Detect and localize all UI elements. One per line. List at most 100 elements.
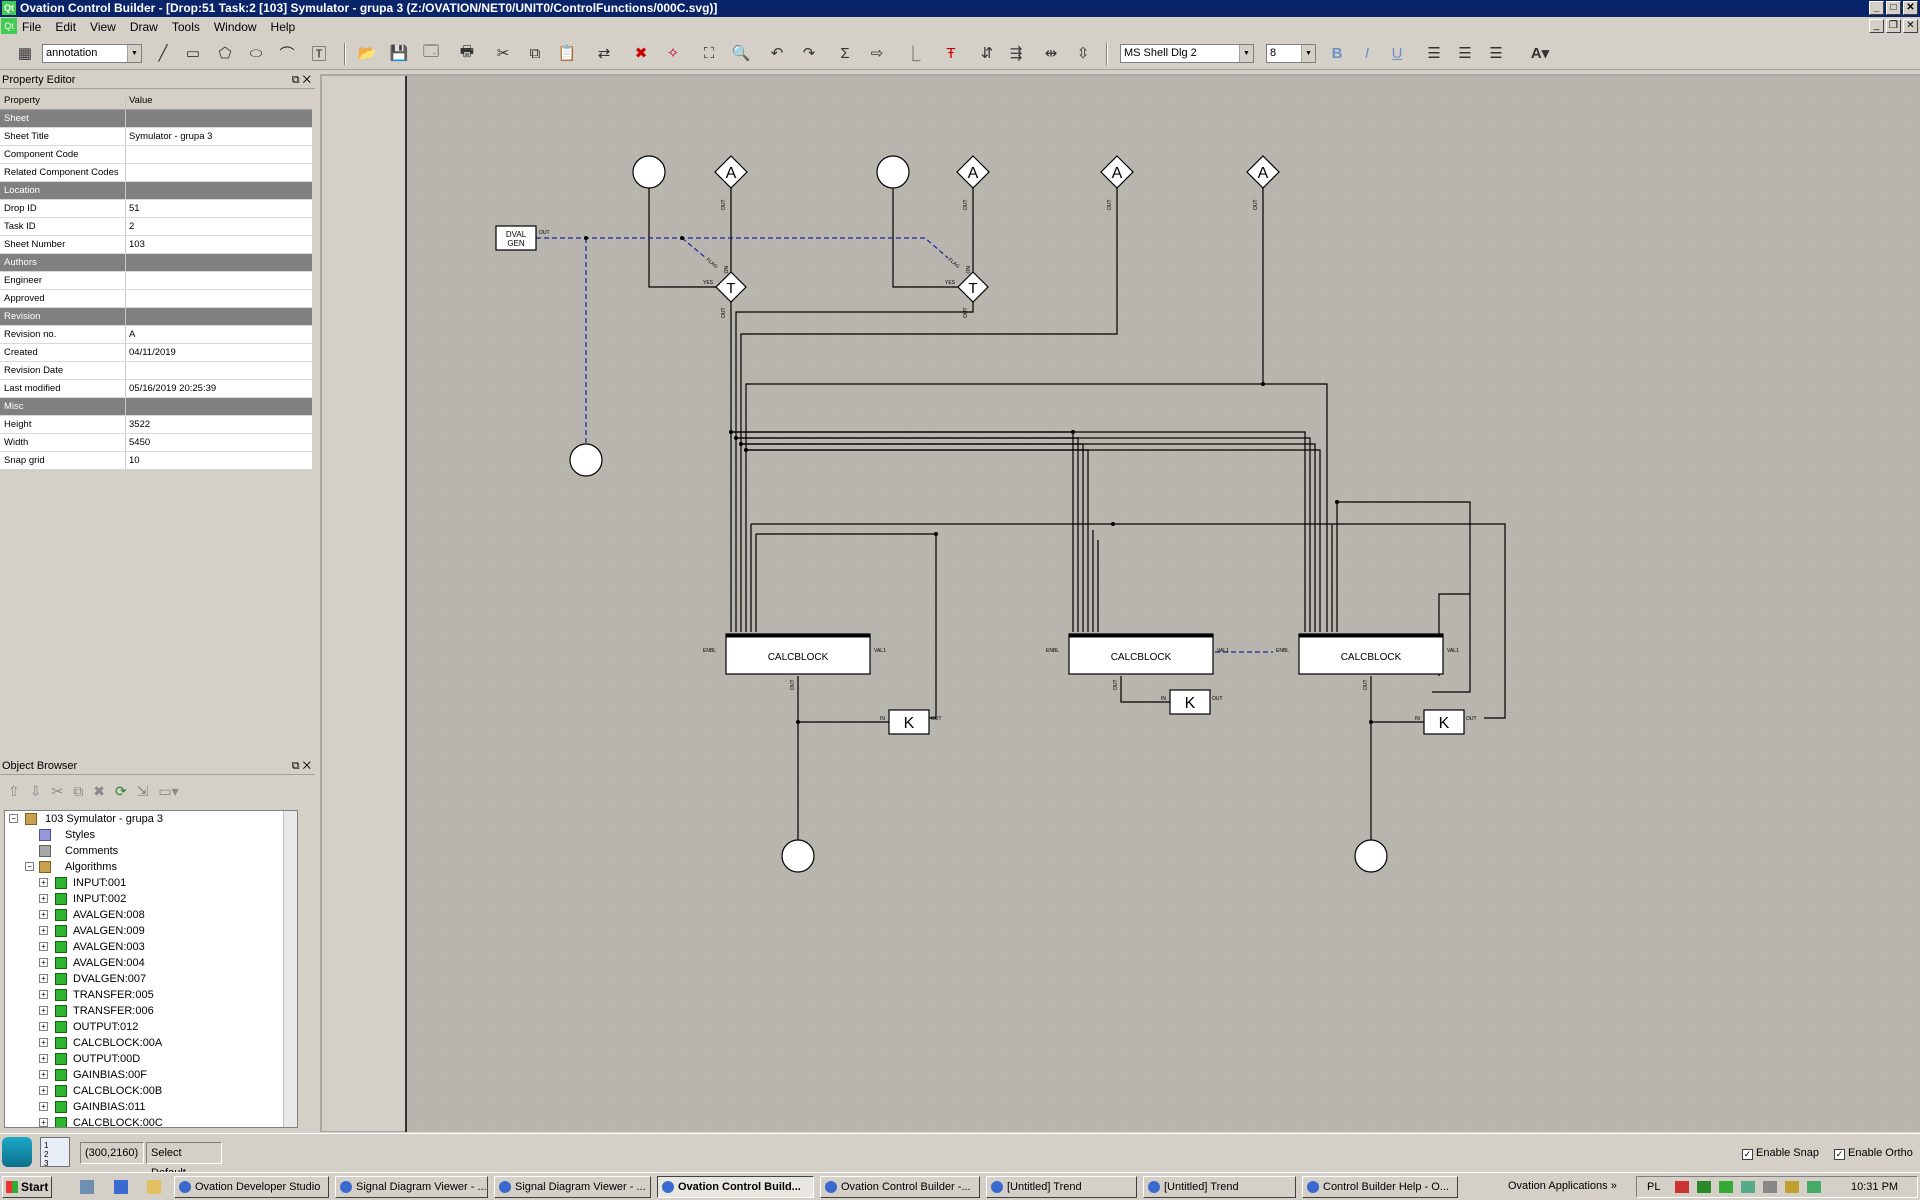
property-row[interactable]: Approved	[0, 290, 312, 308]
tree-item-algorithm[interactable]: + INPUT:001	[5, 875, 297, 891]
enable-ortho-checkbox[interactable]: ✓ Enable Ortho	[1834, 1147, 1913, 1160]
polygon-tool-icon[interactable]: ⬠	[214, 42, 236, 64]
menu-help[interactable]: Help	[271, 20, 296, 34]
font-color-icon[interactable]: A▾	[1525, 42, 1555, 64]
taskbar-button[interactable]: [Untitled] Trend	[1143, 1176, 1296, 1198]
redo-icon[interactable]: ↷	[798, 42, 820, 64]
dvalgen-block[interactable]: DVAL GEN	[495, 225, 537, 251]
property-row[interactable]: Snap grid 10	[0, 452, 312, 470]
polyline-tool-icon[interactable]: ⌒	[276, 42, 298, 64]
property-value[interactable]	[126, 272, 312, 289]
expand-icon[interactable]: +	[39, 1102, 48, 1111]
tree-item-algorithm[interactable]: + AVALGEN:004	[5, 955, 297, 971]
ellipse-tool-icon[interactable]: ⬭	[245, 42, 267, 64]
font-select[interactable]: MS Shell Dlg 2 ▼	[1120, 44, 1254, 63]
delete-icon[interactable]: ✖	[93, 783, 105, 800]
menu-draw[interactable]: Draw	[130, 20, 158, 34]
sigma-icon[interactable]: Σ	[834, 42, 856, 64]
tree-item-algorithm[interactable]: + DVALGEN:007	[5, 971, 297, 987]
close-button[interactable]: ✕	[1903, 1, 1918, 15]
tree-item-comments[interactable]: Comments	[5, 843, 297, 859]
menu-file[interactable]: File	[22, 20, 41, 34]
save-icon[interactable]: 💾	[388, 42, 410, 64]
gainbias-block[interactable]: K	[888, 709, 930, 735]
distribute-v-icon[interactable]: ⇳	[1072, 42, 1094, 64]
property-row[interactable]: Engineer	[0, 272, 312, 290]
property-row[interactable]: Revision Date	[0, 362, 312, 380]
property-value[interactable]: Symulator - grupa 3	[126, 128, 312, 145]
gainbias-block[interactable]: K	[1423, 709, 1465, 735]
zoom-fit-icon[interactable]: ⛶	[698, 42, 720, 64]
property-value[interactable]	[126, 164, 312, 181]
taskbar-button[interactable]: Ovation Developer Studio	[174, 1176, 329, 1198]
tree-item-algorithms[interactable]: − Algorithms	[5, 859, 297, 875]
tree-item-algorithm[interactable]: + OUTPUT:00D	[5, 1051, 297, 1067]
expand-icon[interactable]: +	[39, 1006, 48, 1015]
property-value[interactable]: 103	[126, 236, 312, 253]
copy-icon[interactable]: ⧉	[73, 783, 83, 800]
collapse-icon[interactable]: −	[9, 814, 18, 823]
expand-icon[interactable]: +	[39, 942, 48, 951]
taskbar-button[interactable]: [Untitled] Trend	[986, 1176, 1137, 1198]
tray-icon[interactable]	[1807, 1181, 1821, 1193]
expand-icon[interactable]: +	[39, 1070, 48, 1079]
print-icon[interactable]: 🖶	[456, 42, 478, 64]
options-icon[interactable]: ▭▾	[158, 783, 178, 800]
export-icon[interactable]: ⇲	[137, 783, 149, 800]
property-value[interactable]: 51	[126, 200, 312, 217]
replace-icon[interactable]: ⇄	[593, 42, 615, 64]
tray-flag-icon[interactable]	[1741, 1181, 1755, 1193]
tree-item-algorithm[interactable]: + TRANSFER:005	[5, 987, 297, 1003]
property-value[interactable]: A	[126, 326, 312, 343]
taskbar-button[interactable]: Signal Diagram Viewer - ...	[494, 1176, 651, 1198]
copy-icon[interactable]: ⧉	[524, 42, 546, 64]
output-circle[interactable]	[569, 443, 603, 477]
distribute-h-icon[interactable]: ⇹	[1040, 42, 1062, 64]
property-value[interactable]	[126, 362, 312, 379]
tree-scrollbar[interactable]	[283, 811, 297, 1127]
refresh-icon[interactable]: ⟳	[115, 783, 127, 800]
input-circle[interactable]	[632, 155, 666, 189]
language-indicator[interactable]: PL	[1647, 1177, 1660, 1197]
delete-all-icon[interactable]: ✧	[662, 42, 684, 64]
property-value[interactable]: 3522	[126, 416, 312, 433]
expand-icon[interactable]: +	[39, 958, 48, 967]
property-row[interactable]: Height 3522	[0, 416, 312, 434]
tree-item-algorithm[interactable]: + CALCBLOCK:00A	[5, 1035, 297, 1051]
arrow-right-icon[interactable]: ⇨	[866, 42, 888, 64]
maximize-button[interactable]: □	[1886, 1, 1901, 15]
collapse-icon[interactable]: −	[25, 862, 34, 871]
output-circle[interactable]	[1354, 839, 1388, 873]
bold-icon[interactable]: B	[1326, 42, 1348, 64]
layer-select[interactable]: annotation ▼	[42, 44, 142, 63]
expand-icon[interactable]: +	[39, 878, 48, 887]
calcblock[interactable]: CALCBLOCK	[1068, 633, 1214, 675]
calcblock[interactable]: CALCBLOCK	[725, 633, 871, 675]
property-value[interactable]	[126, 290, 312, 307]
underline-icon[interactable]: U	[1386, 42, 1408, 64]
tray-icon[interactable]	[1675, 1181, 1689, 1193]
mdi-restore-button[interactable]: ❐	[1886, 19, 1901, 33]
tree-item-algorithm[interactable]: + AVALGEN:009	[5, 923, 297, 939]
input-circle[interactable]	[876, 155, 910, 189]
cut-icon[interactable]: ✂	[492, 42, 514, 64]
tray-icon[interactable]	[1763, 1181, 1777, 1193]
property-row[interactable]: Created 04/11/2019	[0, 344, 312, 362]
property-row[interactable]: Sheet Title Symulator - grupa 3	[0, 128, 312, 146]
taskbar-button[interactable]: Signal Diagram Viewer - ...	[335, 1176, 488, 1198]
line-tool-icon[interactable]: ╱	[152, 42, 174, 64]
property-value[interactable]: 5450	[126, 434, 312, 451]
paste-icon[interactable]: 📋	[556, 42, 578, 64]
minimize-button[interactable]: _	[1869, 1, 1884, 15]
quicklaunch-folder-icon[interactable]	[147, 1180, 161, 1194]
taskbar-button[interactable]: Ovation Control Build...	[657, 1176, 814, 1198]
grid-icon[interactable]: ▦	[14, 42, 36, 64]
tree-item-algorithm[interactable]: + AVALGEN:008	[5, 907, 297, 923]
align-vertical-icon[interactable]: ⇵	[976, 42, 998, 64]
cut-icon[interactable]: ✂	[51, 783, 63, 800]
expand-icon[interactable]: +	[39, 1054, 48, 1063]
tree-item-algorithm[interactable]: + CALCBLOCK:00B	[5, 1083, 297, 1099]
expand-icon[interactable]: +	[39, 1118, 48, 1127]
tree-item-algorithm[interactable]: + GAINBIAS:00F	[5, 1067, 297, 1083]
panel-close-icon[interactable]: ⧉ ✕	[292, 72, 311, 89]
